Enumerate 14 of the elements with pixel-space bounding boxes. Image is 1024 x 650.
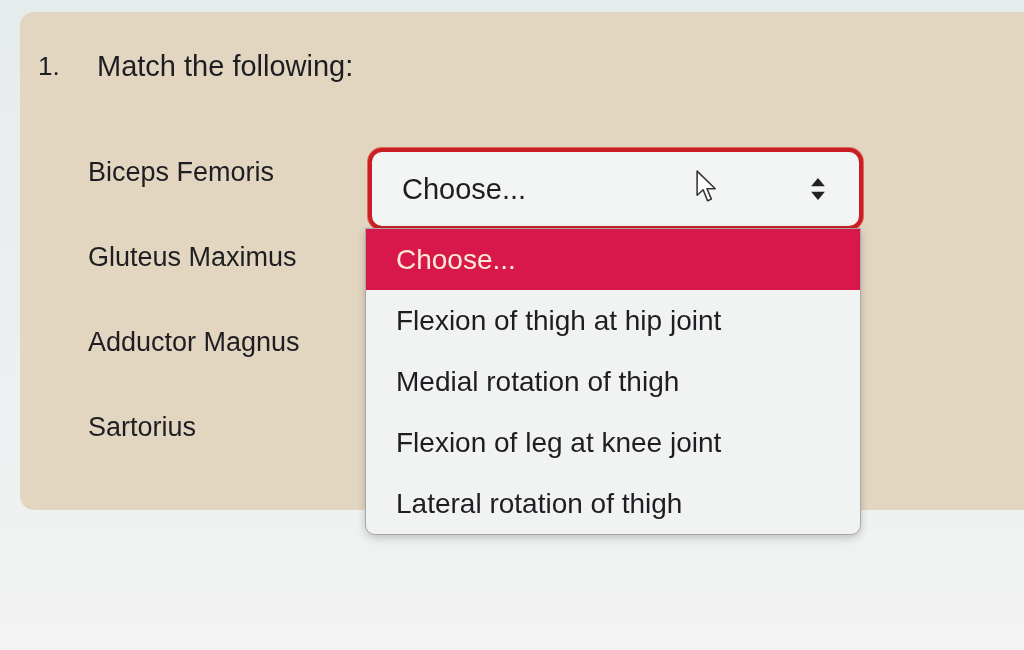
- question-text: Match the following:: [97, 49, 354, 83]
- select-field[interactable]: Choose...: [368, 148, 863, 230]
- dropdown-option[interactable]: Flexion of leg at knee joint: [366, 412, 860, 473]
- question-number: 1.: [38, 50, 61, 82]
- dropdown-option[interactable]: Flexion of thigh at hip joint: [366, 290, 860, 351]
- term-label: Adductor Magnus: [88, 326, 300, 359]
- term-label: Gluteus Maximus: [88, 241, 297, 274]
- mouse-pointer-icon: [696, 170, 718, 203]
- dropdown-option[interactable]: Medial rotation of thigh: [366, 351, 860, 412]
- dropdown-option[interactable]: Lateral rotation of thigh: [366, 473, 860, 534]
- term-label: Biceps Femoris: [88, 156, 275, 189]
- term-label: Sartorius: [88, 411, 197, 444]
- up-down-arrows-icon: [811, 178, 825, 200]
- dropdown-option[interactable]: Choose...: [366, 229, 860, 290]
